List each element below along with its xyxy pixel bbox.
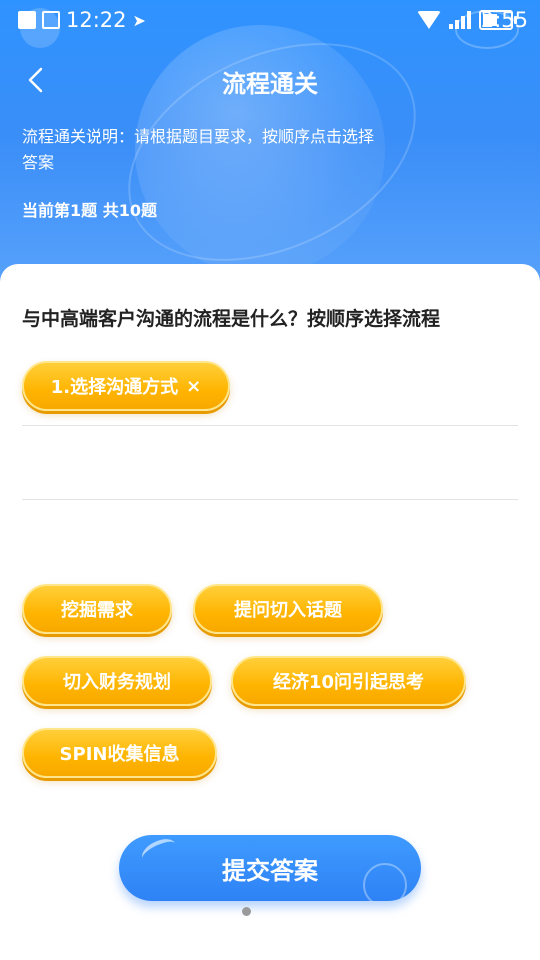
question-progress: 当前第1题 共10题 [22, 201, 157, 220]
status-time: 12:22 [66, 8, 127, 32]
page-title: 流程通关 [222, 70, 318, 98]
option-label: 提问切入话题 [234, 600, 342, 621]
question-text: 与中高端客户沟通的流程是什么？按顺序选择流程 [22, 308, 441, 330]
option-label: 切入财务规划 [63, 672, 171, 693]
image-icon [18, 11, 36, 29]
button-glare-decoration [138, 835, 180, 868]
option-button[interactable]: 挖掘需求 [22, 584, 172, 634]
option-label: SPIN收集信息 [59, 744, 180, 765]
submit-answer-button[interactable]: 提交答案 [119, 835, 421, 901]
answer-slot-divider [22, 499, 518, 500]
instructions-text: 流程通关说明：请根据题目要求，按顺序点击选择答案 [22, 127, 375, 172]
location-arrow-icon: ➤ [132, 10, 146, 30]
option-label: 挖掘需求 [61, 600, 133, 621]
submit-label: 提交答案 [222, 856, 318, 885]
close-icon[interactable]: × [186, 376, 201, 397]
selected-answer-label: 1.选择沟通方式 [50, 377, 179, 398]
option-label: 经济10问引起思考 [272, 672, 425, 693]
option-button[interactable]: 切入财务规划 [22, 656, 212, 706]
wifi-icon [416, 11, 441, 29]
planet-decoration [363, 863, 407, 901]
page-indicator-dot [242, 907, 251, 916]
option-button[interactable]: 提问切入话题 [193, 584, 383, 634]
status-bar: 12:22 ➤ 2:55 [0, 0, 540, 42]
option-button[interactable]: 经济10问引起思考 [231, 656, 466, 706]
answer-slot-divider [22, 425, 518, 426]
selected-answer-chip[interactable]: 1.选择沟通方式 × [22, 361, 230, 411]
battery-icon [478, 10, 517, 30]
notification-icon [42, 11, 60, 29]
signal-icon [448, 11, 471, 29]
option-button[interactable]: SPIN收集信息 [22, 728, 217, 778]
